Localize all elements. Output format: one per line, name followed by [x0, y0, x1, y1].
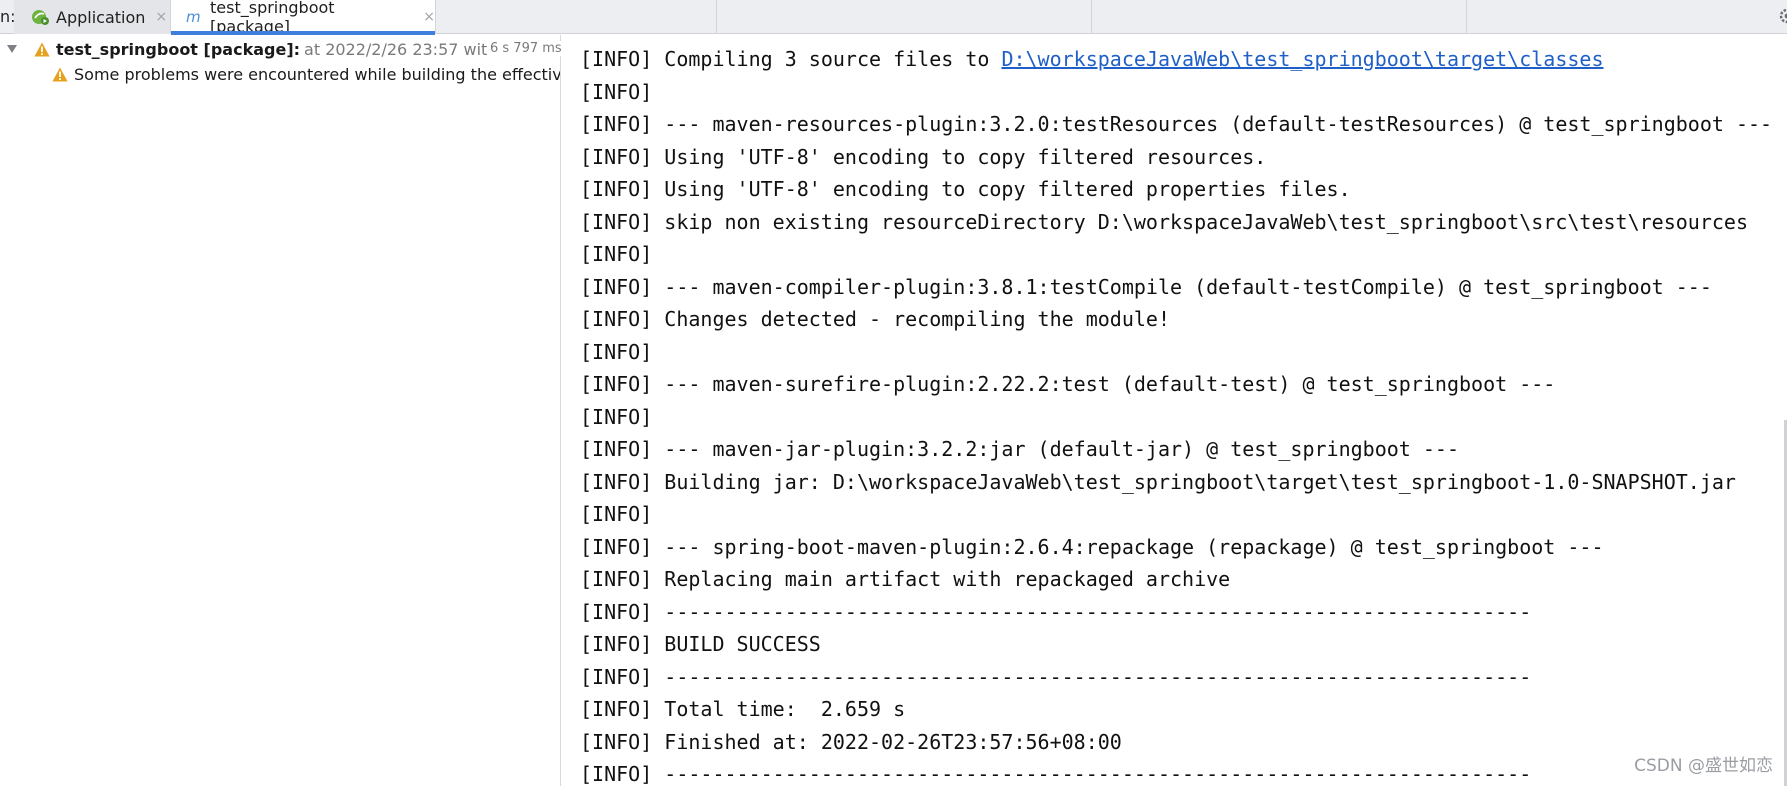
- console-line-text: [INFO] Finished at: 2022-02-26T23:57:56+…: [580, 729, 1122, 754]
- tab-divider: [716, 0, 717, 34]
- console-line: [INFO] --- maven-resources-plugin:3.2.0:…: [580, 108, 1772, 141]
- console-line-text: [INFO] Using 'UTF-8' encoding to copy fi…: [580, 177, 1351, 201]
- console-lines: [INFO] Compiling 3 source files to D:\wo…: [580, 43, 1772, 786]
- tree-node-warning[interactable]: Some problems were encountered while bui…: [52, 62, 561, 86]
- console-line: [INFO]: [580, 336, 1772, 369]
- maven-icon: m: [186, 10, 204, 24]
- console-line: [INFO] ---------------------------------…: [580, 661, 1772, 694]
- gear-icon[interactable]: [1777, 8, 1787, 28]
- expand-arrow-icon[interactable]: [6, 43, 22, 55]
- console-line: [INFO] Using 'UTF-8' encoding to copy fi…: [580, 141, 1772, 174]
- console-line: [INFO] --- maven-compiler-plugin:3.8.1:t…: [580, 271, 1772, 304]
- console-line-text: [INFO] Total time: 2.659 s: [580, 697, 906, 721]
- tab-test-springboot-package[interactable]: m test_springboot [package] ×: [171, 0, 436, 36]
- console-line: [INFO] Finished at: 2022-02-26T23:57:56+…: [580, 726, 1772, 759]
- build-duration: 6 s 797 ms: [488, 41, 562, 56]
- tab-application[interactable]: Application ×: [14, 0, 171, 34]
- console-line-text: [INFO] --- spring-boot-maven-plugin:2.6.…: [580, 534, 1604, 559]
- console-line-text: [INFO] --- maven-jar-plugin:3.2.2:jar (d…: [580, 437, 1459, 461]
- console-line: [INFO]: [580, 76, 1772, 109]
- console-line-text: [INFO] ---------------------------------…: [580, 664, 1532, 689]
- console-line: [INFO] ---------------------------------…: [580, 758, 1772, 786]
- tool-window-tab-bar: n: Application × m test_springboot [pack…: [0, 0, 1787, 36]
- console-line: [INFO] --- maven-jar-plugin:3.2.2:jar (d…: [580, 433, 1772, 466]
- tab-divider: [1466, 0, 1467, 34]
- build-title: test_springboot [package]:: [56, 39, 301, 59]
- console-line: [INFO] Building jar: D:\workspaceJavaWeb…: [580, 466, 1772, 499]
- build-tree-panel: test_springboot [package]: at 2022/2/26 …: [0, 35, 561, 786]
- console-line-text: [INFO]: [580, 339, 653, 364]
- console-line: [INFO] Changes detected - recompiling th…: [580, 303, 1772, 336]
- tab-label: test_springboot [package]: [210, 0, 335, 36]
- console-line-text: [INFO]: [580, 404, 653, 429]
- console-line: [INFO] --- spring-boot-maven-plugin:2.6.…: [580, 531, 1772, 564]
- console-line-text: [INFO] --- maven-surefire-plugin:2.22.2:…: [580, 372, 1556, 396]
- spring-boot-run-icon: [30, 8, 50, 26]
- console-line-text: [INFO] Using 'UTF-8' encoding to copy fi…: [580, 144, 1267, 169]
- console-path-link[interactable]: D:\workspaceJavaWeb\test_springboot\targ…: [1001, 47, 1603, 71]
- console-line-text: [INFO]: [580, 242, 653, 266]
- console-line-text: [INFO] --- maven-compiler-plugin:3.8.1:t…: [580, 274, 1712, 299]
- console-line-text: [INFO] ---------------------------------…: [580, 762, 1532, 786]
- console-line: [INFO]: [580, 238, 1772, 271]
- console-line-text: [INFO] Compiling 3 source files to: [580, 47, 1002, 71]
- console-line: [INFO] --- maven-surefire-plugin:2.22.2:…: [580, 368, 1772, 401]
- console-line: [INFO] Using 'UTF-8' encoding to copy fi…: [580, 173, 1772, 206]
- console-line-text: [INFO] skip non existing resourceDirecto…: [580, 209, 1748, 234]
- console-line: [INFO] BUILD SUCCESS: [580, 628, 1772, 661]
- warning-icon: [52, 67, 68, 82]
- console-line: [INFO] ---------------------------------…: [580, 596, 1772, 629]
- console-line-text: [INFO] Changes detected - recompiling th…: [580, 307, 1171, 331]
- console-output[interactable]: [INFO] Compiling 3 source files to D:\wo…: [562, 35, 1787, 786]
- console-line: [INFO] skip non existing resourceDirecto…: [580, 206, 1772, 239]
- tree-node-build[interactable]: test_springboot [package]: at 2022/2/26 …: [6, 37, 560, 61]
- console-line-text: [INFO]: [580, 502, 653, 526]
- console-line-text: [INFO] ---------------------------------…: [580, 599, 1532, 624]
- console-line: [INFO]: [580, 498, 1772, 531]
- tab-divider: [1091, 0, 1092, 34]
- close-icon[interactable]: ×: [423, 9, 435, 25]
- warning-message: Some problems were encountered while bui…: [74, 64, 561, 84]
- console-line: [INFO] Replacing main artifact with repa…: [580, 563, 1772, 596]
- console-line-text: [INFO] Replacing main artifact with repa…: [580, 567, 1231, 591]
- console-line-text: [INFO] BUILD SUCCESS: [580, 632, 821, 656]
- console-line: [INFO] Compiling 3 source files to D:\wo…: [580, 43, 1772, 76]
- console-line: [INFO] Total time: 2.659 s: [580, 693, 1772, 726]
- close-icon[interactable]: ×: [155, 9, 167, 25]
- svg-text:m: m: [186, 10, 201, 24]
- warning-icon: [34, 42, 50, 57]
- tab-label: Application: [56, 7, 146, 27]
- console-line-text: [INFO] Building jar: D:\workspaceJavaWeb…: [580, 469, 1736, 494]
- console-line-text: [INFO]: [580, 79, 653, 104]
- watermark: CSDN @盛世如恋: [1634, 756, 1773, 776]
- console-line: [INFO]: [580, 401, 1772, 434]
- console-line-text: [INFO] --- maven-resources-plugin:3.2.0:…: [580, 112, 1773, 136]
